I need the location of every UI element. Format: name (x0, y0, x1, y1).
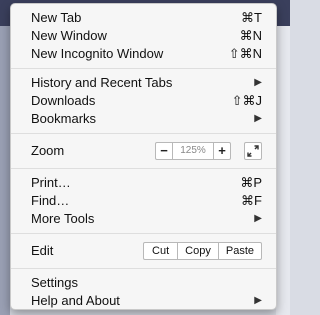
menu-item-more-tools[interactable]: More Tools ▶ (11, 210, 276, 228)
submenu-arrow-icon: ▶ (254, 213, 262, 224)
menu-item-new-incognito-window[interactable]: New Incognito Window ⇧⌘N (11, 45, 276, 63)
fullscreen-button[interactable] (244, 142, 262, 160)
menu-item-history[interactable]: History and Recent Tabs ▶ (11, 74, 276, 92)
shortcut-label: ⌘N (239, 28, 262, 43)
copy-button[interactable]: Copy (178, 242, 219, 260)
shortcut-label: ⌘F (241, 193, 262, 208)
menu-item-label: Settings (31, 275, 78, 290)
menu-item-label: Bookmarks (31, 111, 97, 126)
shortcut-label: ⇧⌘J (231, 93, 262, 108)
menu-item-edit: Edit Cut Copy Paste (11, 239, 276, 263)
menu-item-settings[interactable]: Settings (11, 274, 276, 292)
menu-item-downloads[interactable]: Downloads ⇧⌘J (11, 92, 276, 110)
menu-item-bookmarks[interactable]: Bookmarks ▶ (11, 110, 276, 128)
zoom-stepper: − 125% + (155, 142, 231, 160)
menu-separator (11, 233, 276, 234)
menu-item-zoom: Zoom − 125% + (11, 139, 276, 163)
zoom-level: 125% (172, 143, 214, 159)
menu-separator (11, 268, 276, 269)
shortcut-label: ⌘T (241, 10, 262, 25)
paste-button[interactable]: Paste (218, 242, 262, 260)
zoom-in-button[interactable]: + (214, 143, 230, 159)
menu-item-find[interactable]: Find… ⌘F (11, 192, 276, 210)
shortcut-label: ⇧⌘N (228, 46, 262, 61)
menu-item-label: Print… (31, 175, 71, 190)
menu-item-print[interactable]: Print… ⌘P (11, 174, 276, 192)
menu-item-label: More Tools (31, 211, 95, 226)
submenu-arrow-icon: ▶ (254, 295, 262, 306)
menu-item-new-tab[interactable]: New Tab ⌘T (11, 9, 276, 27)
menu-item-label: Help and About (31, 293, 120, 308)
menu-item-help-and-about[interactable]: Help and About ▶ (11, 292, 276, 310)
edit-label: Edit (31, 243, 54, 258)
menu-item-label: History and Recent Tabs (31, 75, 173, 90)
submenu-arrow-icon: ▶ (254, 113, 262, 124)
menu-separator (11, 168, 276, 169)
zoom-controls: − 125% + (155, 142, 262, 160)
chrome-main-menu: New Tab ⌘T New Window ⌘N New Incognito W… (10, 3, 277, 310)
blurred-right-edge (276, 26, 290, 315)
edit-buttons: Cut Copy Paste (143, 242, 262, 260)
menu-separator (11, 68, 276, 69)
blurred-left-edge (0, 26, 10, 315)
zoom-label: Zoom (31, 143, 65, 158)
menu-item-label: New Tab (31, 10, 82, 25)
shortcut-label: ⌘P (240, 175, 262, 190)
menu-item-label: Find… (31, 193, 70, 208)
menu-item-label: New Incognito Window (31, 46, 164, 61)
fullscreen-icon (247, 145, 259, 157)
cut-button[interactable]: Cut (143, 242, 179, 260)
menu-separator (11, 133, 276, 134)
menu-item-new-window[interactable]: New Window ⌘N (11, 27, 276, 45)
menu-item-label: Downloads (31, 93, 96, 108)
menu-item-label: New Window (31, 28, 107, 43)
zoom-out-button[interactable]: − (156, 143, 172, 159)
submenu-arrow-icon: ▶ (254, 77, 262, 88)
